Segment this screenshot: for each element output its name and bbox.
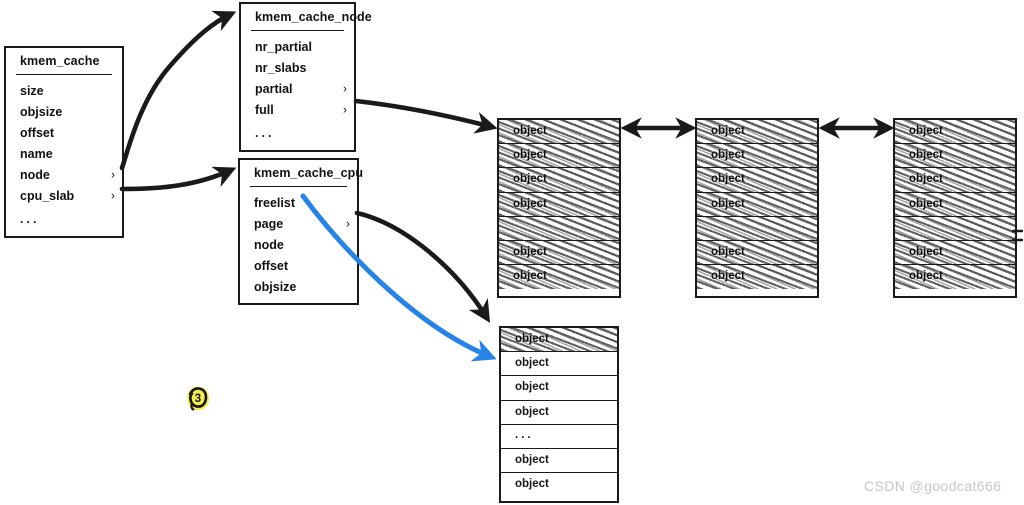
watermark: CSDN @goodcat666	[864, 478, 1002, 494]
field-nr_partial[interactable]: nr_partial	[241, 36, 354, 57]
struct-kmem_cache-title: kmem_cache	[20, 54, 100, 68]
slab-row[interactable]: object	[501, 328, 617, 353]
slab-row[interactable]: object	[697, 240, 817, 266]
struct-kmem_cache_cpu[interactable]: kmem_cache_cpu freelist page › node offs…	[238, 158, 364, 305]
pointer-chevron-icon: ›	[111, 188, 115, 203]
diagram-canvas: kmem_cache size objsize offset name node…	[0, 0, 1024, 505]
field-partial[interactable]: partial ›	[241, 78, 354, 99]
slab-row[interactable]: object	[501, 401, 617, 425]
struct-kmem_cache-fields: size objsize offset name node › cpu_slab…	[6, 75, 122, 236]
slab-row[interactable]: object	[895, 144, 1015, 169]
field-name[interactable]: name	[6, 143, 122, 164]
field-offset[interactable]: offset	[6, 122, 122, 143]
slab-row[interactable]: object	[697, 144, 817, 169]
slab-row[interactable]	[499, 216, 619, 241]
slab-row[interactable]: object	[499, 192, 619, 217]
struct-kmem_cache_cpu-title: kmem_cache_cpu	[254, 166, 364, 180]
slab-row[interactable]: object	[501, 352, 617, 377]
field-node[interactable]: node	[240, 234, 357, 255]
field-ellipsis: ...	[20, 212, 40, 226]
slab-full-slab-2[interactable]: object object object object object objec…	[695, 118, 819, 298]
slab-row[interactable]: object	[697, 265, 817, 290]
arrow-page-to-cpu-slab	[354, 210, 491, 323]
arrow-full-to-slab-1	[353, 98, 498, 134]
step-badge: 3	[183, 384, 213, 414]
pointer-chevron-icon: ›	[111, 167, 115, 182]
slab-row[interactable]	[895, 216, 1015, 241]
slab-row[interactable]: object	[895, 192, 1015, 217]
slab-row[interactable]: object	[697, 168, 817, 193]
slab-cpu-slab[interactable]: object object object object ... object o…	[499, 326, 619, 503]
field-objsize[interactable]: objsize	[240, 276, 357, 297]
field-offset[interactable]: offset	[240, 255, 357, 276]
slab-row[interactable]: object	[697, 120, 817, 145]
struct-kmem_cache[interactable]: kmem_cache size objsize offset name node…	[4, 46, 124, 238]
field-size[interactable]: size	[6, 80, 122, 101]
struct-kmem_cache_cpu-fields: freelist page › node offset objsize	[240, 187, 357, 303]
field-ellipsis: ...	[255, 126, 275, 140]
struct-kmem_cache_node[interactable]: kmem_cache_node nr_partial nr_slabs part…	[239, 2, 372, 152]
slab-row[interactable]: object	[895, 240, 1015, 266]
slab-row[interactable]: object	[501, 449, 617, 474]
slab-full-slab-1[interactable]: object object object object object objec…	[497, 118, 621, 298]
slab-row[interactable]: object	[499, 168, 619, 193]
slab-row[interactable]: object	[697, 192, 817, 217]
slab-full-slab-3[interactable]: object object object object object objec…	[893, 118, 1017, 298]
slab-row[interactable]: object	[895, 265, 1015, 290]
arrow-node-to-kmem_cache_node	[119, 10, 237, 171]
slab-row[interactable]: object	[499, 120, 619, 145]
slab-row[interactable]: object	[499, 265, 619, 290]
field-page[interactable]: page ›	[240, 213, 357, 234]
field-objsize[interactable]: objsize	[6, 101, 122, 122]
slab-row[interactable]: ...	[501, 425, 617, 449]
slab-row[interactable]: object	[501, 473, 617, 497]
slab-row[interactable]: object	[895, 168, 1015, 193]
slab-row[interactable]: object	[895, 120, 1015, 145]
slab-row[interactable]: object	[499, 240, 619, 266]
field-cpu_slab[interactable]: cpu_slab ›	[6, 185, 122, 206]
struct-kmem_cache_node-title: kmem_cache_node	[255, 10, 372, 24]
slab-row[interactable]: object	[499, 144, 619, 169]
step-badge-label: 3	[194, 393, 202, 405]
field-full[interactable]: full ›	[241, 99, 354, 120]
pointer-chevron-icon: ›	[343, 81, 347, 96]
pointer-chevron-icon: ›	[343, 102, 347, 117]
field-node[interactable]: node ›	[6, 164, 122, 185]
slab-row[interactable]: object	[501, 376, 617, 401]
pointer-chevron-icon: ›	[346, 216, 350, 231]
struct-kmem_cache_node-fields: nr_partial nr_slabs partial › full › ...	[241, 31, 354, 150]
field-nr_slabs[interactable]: nr_slabs	[241, 57, 354, 78]
slab-row[interactable]	[697, 216, 817, 241]
field-freelist[interactable]: freelist	[240, 192, 357, 213]
arrow-cpu_slab-to-kmem_cache_cpu	[119, 166, 237, 192]
